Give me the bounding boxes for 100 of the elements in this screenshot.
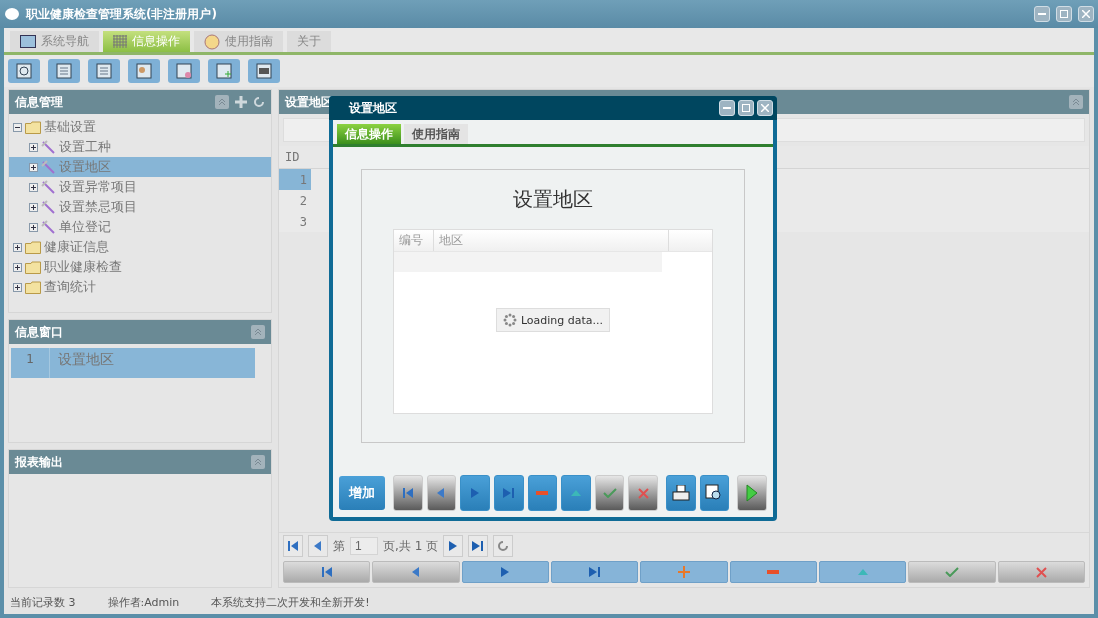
- expand-icon[interactable]: [29, 222, 38, 232]
- toolbar-button[interactable]: [48, 59, 80, 83]
- close-icon: [637, 487, 649, 499]
- tree-item[interactable]: 查询统计: [9, 277, 271, 297]
- tree-item[interactable]: 单位登记: [9, 217, 271, 237]
- page-label: 第: [333, 537, 345, 555]
- refresh-button[interactable]: [493, 535, 514, 557]
- last-page-button[interactable]: [468, 535, 489, 557]
- tab[interactable]: 使用指南: [404, 124, 468, 144]
- tree-item-label: 设置异常项目: [59, 178, 137, 196]
- tree-item[interactable]: 设置异常项目: [9, 177, 271, 197]
- printer-icon: [671, 485, 690, 501]
- expand-icon[interactable]: [29, 162, 38, 172]
- check-icon: [602, 488, 617, 498]
- tree-item-label: 单位登记: [59, 218, 111, 236]
- maximize-button[interactable]: [1056, 6, 1072, 22]
- expand-icon[interactable]: [29, 142, 38, 152]
- status-text: 当前记录数 3: [10, 594, 76, 610]
- row-id-cell: 1: [279, 169, 311, 190]
- up-triangle-icon: [857, 569, 868, 575]
- page-input[interactable]: 1: [350, 537, 378, 555]
- nav-button[interactable]: [699, 475, 730, 511]
- close-button[interactable]: [757, 100, 773, 116]
- tree-item[interactable]: 设置地区: [9, 157, 271, 177]
- previous-page-button[interactable]: [308, 535, 328, 557]
- minimize-button[interactable]: [719, 100, 735, 116]
- toolbar-button[interactable]: [168, 59, 200, 83]
- list-icon: [55, 62, 73, 80]
- row-id-cell-text: 2: [298, 192, 308, 210]
- minimize-button[interactable]: [1034, 6, 1050, 22]
- next-page-button[interactable]: [443, 535, 464, 557]
- tree-item[interactable]: 设置工种: [9, 137, 271, 157]
- tab[interactable]: 使用指南: [194, 31, 283, 52]
- row-label: 设置地区: [57, 350, 115, 369]
- tree-item[interactable]: 职业健康检查: [9, 257, 271, 277]
- nav-button[interactable]: [283, 561, 371, 583]
- status-text: 操作者:Admin: [107, 594, 180, 610]
- minimize-icon: [1038, 13, 1046, 15]
- tree-item-label: 基础设置: [44, 118, 96, 136]
- panel-title: 信息窗口: [15, 323, 63, 341]
- nav-button[interactable]: [426, 475, 457, 511]
- toolbar-button[interactable]: [8, 59, 40, 83]
- spinner-icon: [502, 313, 517, 327]
- magnifier-icon: [15, 62, 33, 80]
- next-icon: [471, 488, 480, 498]
- refresh-icon[interactable]: [253, 96, 265, 108]
- toolbar-button[interactable]: [248, 59, 280, 83]
- app-logo-icon: [4, 7, 20, 21]
- magnifier-icon: [705, 484, 724, 502]
- expand-icon[interactable]: [29, 202, 38, 212]
- tab[interactable]: 系统导航: [10, 31, 99, 52]
- maximize-button[interactable]: [738, 100, 754, 116]
- nav-button[interactable]: [628, 475, 659, 511]
- last-icon: [502, 488, 515, 498]
- panel-title: 报表输出: [15, 453, 63, 471]
- row-id-cell-text: 3: [298, 213, 308, 231]
- plus-icon: [677, 566, 690, 578]
- tree-item[interactable]: 健康证信息: [9, 237, 271, 257]
- row-number: 1: [11, 348, 50, 378]
- expand-icon[interactable]: [29, 182, 38, 192]
- first-icon: [401, 488, 414, 498]
- nav-button[interactable]: [527, 475, 558, 511]
- tree-item[interactable]: 基础设置: [9, 117, 271, 137]
- close-icon: [1035, 566, 1047, 578]
- close-button[interactable]: [1078, 6, 1094, 22]
- first-page-button[interactable]: [283, 535, 303, 557]
- list-row[interactable]: 1 设置地区: [11, 348, 255, 378]
- collapse-icon[interactable]: [13, 122, 22, 132]
- nav-button[interactable]: [393, 475, 423, 511]
- nav-button[interactable]: [594, 475, 625, 511]
- add-button[interactable]: 增加: [339, 476, 386, 510]
- plus-icon[interactable]: [235, 96, 247, 108]
- toolbar-button[interactable]: [128, 59, 160, 83]
- maximize-icon: [742, 104, 750, 112]
- panel-title: 信息管理: [15, 93, 63, 111]
- tree-item-label: 查询统计: [44, 278, 96, 296]
- card-icon: [255, 62, 273, 80]
- nav-button[interactable]: [493, 475, 524, 511]
- toolbar-button[interactable]: [88, 59, 120, 83]
- expand-icon[interactable]: [13, 282, 22, 292]
- folder-icon: [25, 280, 41, 294]
- column-header: 地区: [434, 230, 669, 251]
- expand-icon[interactable]: [13, 262, 22, 272]
- window-add-icon: [215, 62, 233, 80]
- expand-icon[interactable]: [13, 242, 22, 252]
- form-heading: 设置地区: [513, 186, 593, 213]
- minus-icon: [536, 491, 549, 495]
- previous-icon: [412, 567, 420, 577]
- tree-item-label: 健康证信息: [44, 238, 109, 256]
- tab[interactable]: 信息操作: [337, 124, 401, 144]
- check-icon: [944, 567, 959, 577]
- nav-button[interactable]: [666, 475, 696, 511]
- up-triangle-icon: [571, 490, 581, 496]
- tree-item[interactable]: 设置禁忌项目: [9, 197, 271, 217]
- nav-button[interactable]: [737, 475, 767, 511]
- tab[interactable]: 关于: [287, 31, 331, 52]
- toolbar-button[interactable]: [208, 59, 240, 83]
- previous-icon: [437, 488, 446, 498]
- grid-icon: [113, 35, 127, 48]
- monitor-icon: [20, 35, 36, 48]
